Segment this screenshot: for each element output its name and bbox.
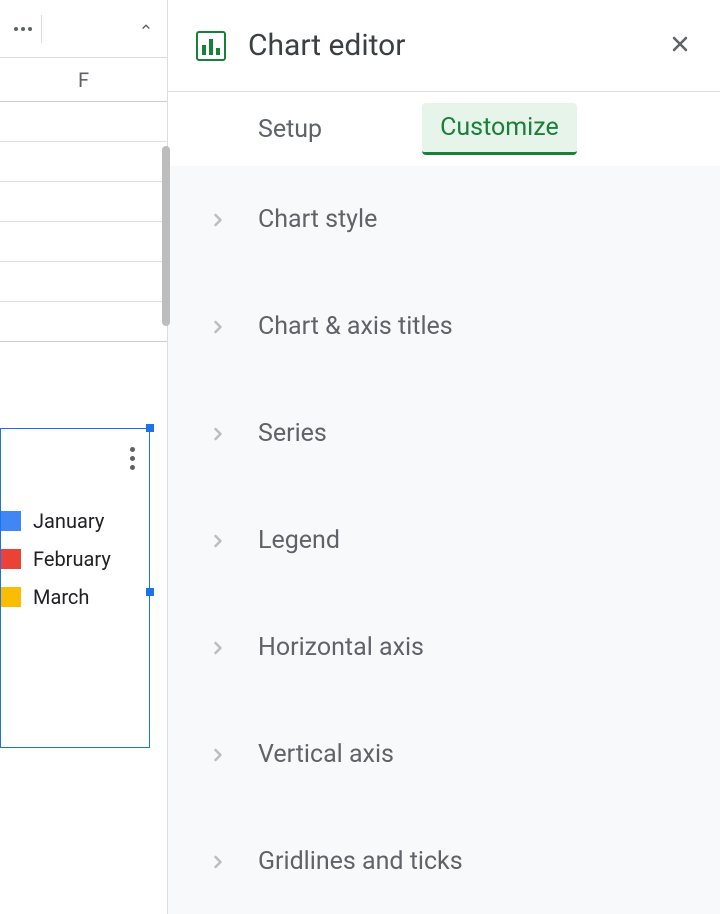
chevron-right-icon [208, 852, 228, 872]
tab-setup[interactable]: Setup [258, 115, 322, 144]
section-chart-style[interactable]: Chart style [168, 166, 720, 273]
chevron-right-icon [208, 745, 228, 765]
legend-item: January [1, 509, 111, 533]
chevron-right-icon [208, 317, 228, 337]
legend-item: March [1, 585, 111, 609]
chart-editor-icon [196, 31, 226, 61]
tab-customize[interactable]: Customize [422, 103, 577, 155]
scrollbar-thumb[interactable] [162, 146, 170, 326]
legend-item: February [1, 547, 111, 571]
legend-swatch-icon [1, 549, 21, 569]
section-label: Chart & axis titles [258, 312, 453, 341]
spreadsheet-pane: F January February M [0, 0, 168, 914]
chevron-right-icon [208, 638, 228, 658]
section-label: Horizontal axis [258, 633, 424, 662]
chart-legend: January February March [1, 509, 111, 609]
chevron-right-icon [208, 424, 228, 444]
legend-swatch-icon [1, 511, 21, 531]
editor-title: Chart editor [248, 28, 646, 63]
cell[interactable] [0, 182, 167, 222]
section-label: Chart style [258, 205, 377, 234]
editor-header: Chart editor [168, 0, 720, 92]
more-icon[interactable] [14, 15, 42, 43]
chevron-right-icon [208, 531, 228, 551]
chart-editor-panel: Chart editor Setup Customize Chart style… [168, 0, 720, 914]
cell[interactable] [0, 302, 167, 342]
cell[interactable] [0, 142, 167, 182]
section-label: Series [258, 419, 327, 448]
legend-label: January [33, 509, 104, 533]
chevron-right-icon [208, 210, 228, 230]
section-series[interactable]: Series [168, 380, 720, 487]
section-label: Vertical axis [258, 740, 394, 769]
cell[interactable] [0, 102, 167, 142]
chart-menu-icon[interactable] [130, 447, 135, 470]
section-chart-axis-titles[interactable]: Chart & axis titles [168, 273, 720, 380]
column-header[interactable]: F [0, 58, 167, 102]
close-icon[interactable] [668, 32, 692, 60]
legend-label: February [33, 547, 111, 571]
editor-tabs: Setup Customize [168, 92, 720, 166]
cell[interactable] [0, 222, 167, 262]
cell[interactable] [0, 262, 167, 302]
chart-object[interactable]: January February March [0, 428, 150, 748]
section-label: Gridlines and ticks [258, 847, 463, 876]
section-label: Legend [258, 526, 340, 555]
legend-swatch-icon [1, 587, 21, 607]
section-horizontal-axis[interactable]: Horizontal axis [168, 594, 720, 701]
collapse-icon[interactable] [139, 19, 153, 38]
customize-sections: Chart style Chart & axis titles Series L… [168, 166, 720, 914]
section-gridlines-ticks[interactable]: Gridlines and ticks [168, 808, 720, 914]
section-legend[interactable]: Legend [168, 487, 720, 594]
section-vertical-axis[interactable]: Vertical axis [168, 701, 720, 808]
sheet-toolbar [0, 0, 167, 58]
legend-label: March [33, 585, 89, 609]
